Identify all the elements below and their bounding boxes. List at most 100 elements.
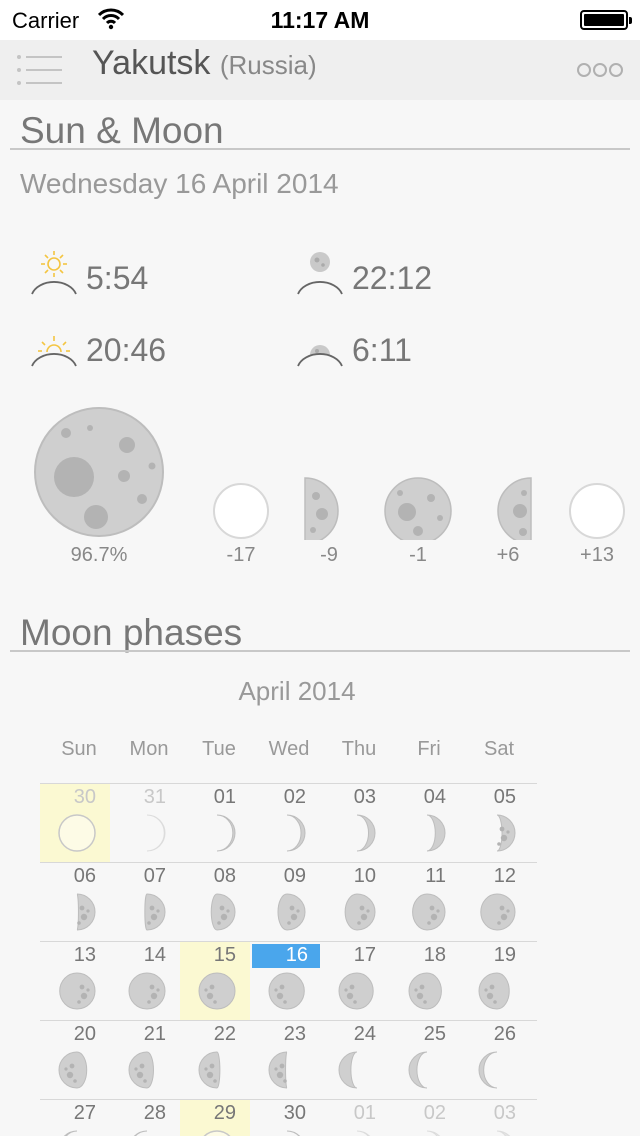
day-number: 17 [353,944,376,966]
moon-phase-icon [63,1130,78,1136]
calendar-day[interactable]: 03 [320,784,390,863]
day-number: 22 [213,1023,236,1045]
last-quarter-moon-icon [497,477,532,540]
location-title[interactable]: Yakutsk (Russia) [92,44,317,83]
calendar-day[interactable]: 31 [110,784,180,863]
moon-phase-icon [480,893,516,931]
day-number: 24 [353,1023,376,1045]
calendar-day[interactable]: 30 [40,784,110,863]
day-number: 01 [353,1102,376,1124]
calendar-day[interactable]: 04 [390,784,460,863]
calendar-day[interactable]: 20 [40,1021,110,1100]
battery-icon [580,10,632,30]
moon-phase-icon [338,972,374,1010]
moon-phase-icon [133,1130,148,1136]
calendar-day[interactable]: 01 [320,1100,390,1136]
calendar-day[interactable]: 06 [40,863,110,942]
day-number: 03 [493,1102,516,1124]
calendar-day[interactable]: 26 [460,1021,530,1100]
first-quarter-moon-icon [304,477,339,540]
weekday-label: Sat [483,738,515,760]
calendar-day[interactable]: 24 [320,1021,390,1100]
calendar-day[interactable]: 08 [180,863,250,942]
phase-offset-label: -1 [409,544,427,566]
calendar-day[interactable]: 03 [460,1100,530,1136]
calendar-day[interactable]: 05 [460,784,530,863]
moon-phase-icon [478,972,510,1010]
phase-offset-label: +6 [496,544,520,566]
day-number: 05 [493,786,516,808]
day-number: 30 [283,1102,306,1124]
moon-phase-icon [216,814,236,852]
day-number: 27 [73,1102,96,1124]
calendar-day[interactable]: 29 [180,1100,250,1136]
calendar-week-row: 27 28 29 30 01 02 03 [40,1099,537,1136]
day-number: 28 [143,1102,166,1124]
moonrise-time: 22:12 [352,260,433,296]
more-options-icon[interactable] [576,60,624,80]
city-name: Yakutsk [92,44,211,82]
sunrise-time: 5:54 [86,260,149,296]
calendar-day[interactable]: 19 [460,942,530,1021]
calendar-day[interactable]: 13 [40,942,110,1021]
full-moon-icon [384,477,452,540]
moon-phase-icon [58,814,96,852]
calendar-day[interactable]: 28 [110,1100,180,1136]
moon-phase-icon [356,1130,371,1136]
weekday-label: Tue [202,738,236,760]
weekday-label: Sun [61,738,97,760]
menu-list-icon[interactable] [16,52,64,88]
moon-phase-strip: 96.7% -17 -9 -1 +6 +13 [0,400,640,580]
day-number: 13 [73,944,96,966]
moon-phase-icon [277,893,306,931]
moon-phase-icon [198,1051,221,1089]
calendar-day[interactable]: 02 [390,1100,460,1136]
moon-phase-icon [128,1051,154,1089]
sunrise-icon [31,251,77,295]
calendar-day[interactable]: 09 [250,863,320,942]
phase-offset-label: +13 [580,544,614,566]
calendar-day[interactable]: 25 [390,1021,460,1100]
moon-phase-icon [76,893,96,931]
day-number: 04 [423,786,446,808]
sunset-time: 20:46 [86,332,167,368]
moon-phase-icon [426,1130,441,1136]
day-number: 30 [73,786,96,808]
day-number: 03 [353,786,376,808]
calendar-day[interactable]: 27 [40,1100,110,1136]
moon-phase-icon [412,893,446,931]
day-number: 21 [143,1023,166,1045]
month-title[interactable]: April 2014 [0,676,594,707]
calendar-day[interactable]: 02 [250,784,320,863]
moon-phase-icon [496,1130,511,1136]
country-name: (Russia) [219,50,317,80]
calendar-day[interactable]: 12 [460,863,530,942]
calendar-day[interactable]: 23 [250,1021,320,1100]
day-number: 07 [143,865,166,887]
day-number: 14 [143,944,166,966]
calendar-day[interactable]: 07 [110,863,180,942]
moon-phase-icon [408,972,442,1010]
calendar-day[interactable]: 11 [390,863,460,942]
calendar-day[interactable]: 17 [320,942,390,1021]
calendar-day[interactable]: 30 [250,1100,320,1136]
calendar-day-today[interactable]: 16 [250,942,320,1021]
calendar-day[interactable]: 22 [180,1021,250,1100]
status-bar: Carrier 11:17 AM [0,0,640,40]
day-number: 08 [213,865,236,887]
day-number: 18 [423,944,446,966]
day-number: 15 [213,944,236,966]
calendar-day[interactable]: 10 [320,863,390,942]
calendar-day[interactable]: 21 [110,1021,180,1100]
calendar-day[interactable]: 14 [110,942,180,1021]
sun-moon-title: Sun & Moon [20,110,224,151]
calendar-week-row: 06 07 08 09 10 11 12 [40,862,537,941]
calendar-day[interactable]: 01 [180,784,250,863]
calendar-day[interactable]: 15 [180,942,250,1021]
day-number: 02 [283,786,306,808]
moon-phase-icon [210,893,236,931]
moon-phase-icon [58,1051,88,1089]
calendar-day[interactable]: 18 [390,942,460,1021]
moon-phase-icon [286,814,306,852]
day-number: 12 [493,865,516,887]
